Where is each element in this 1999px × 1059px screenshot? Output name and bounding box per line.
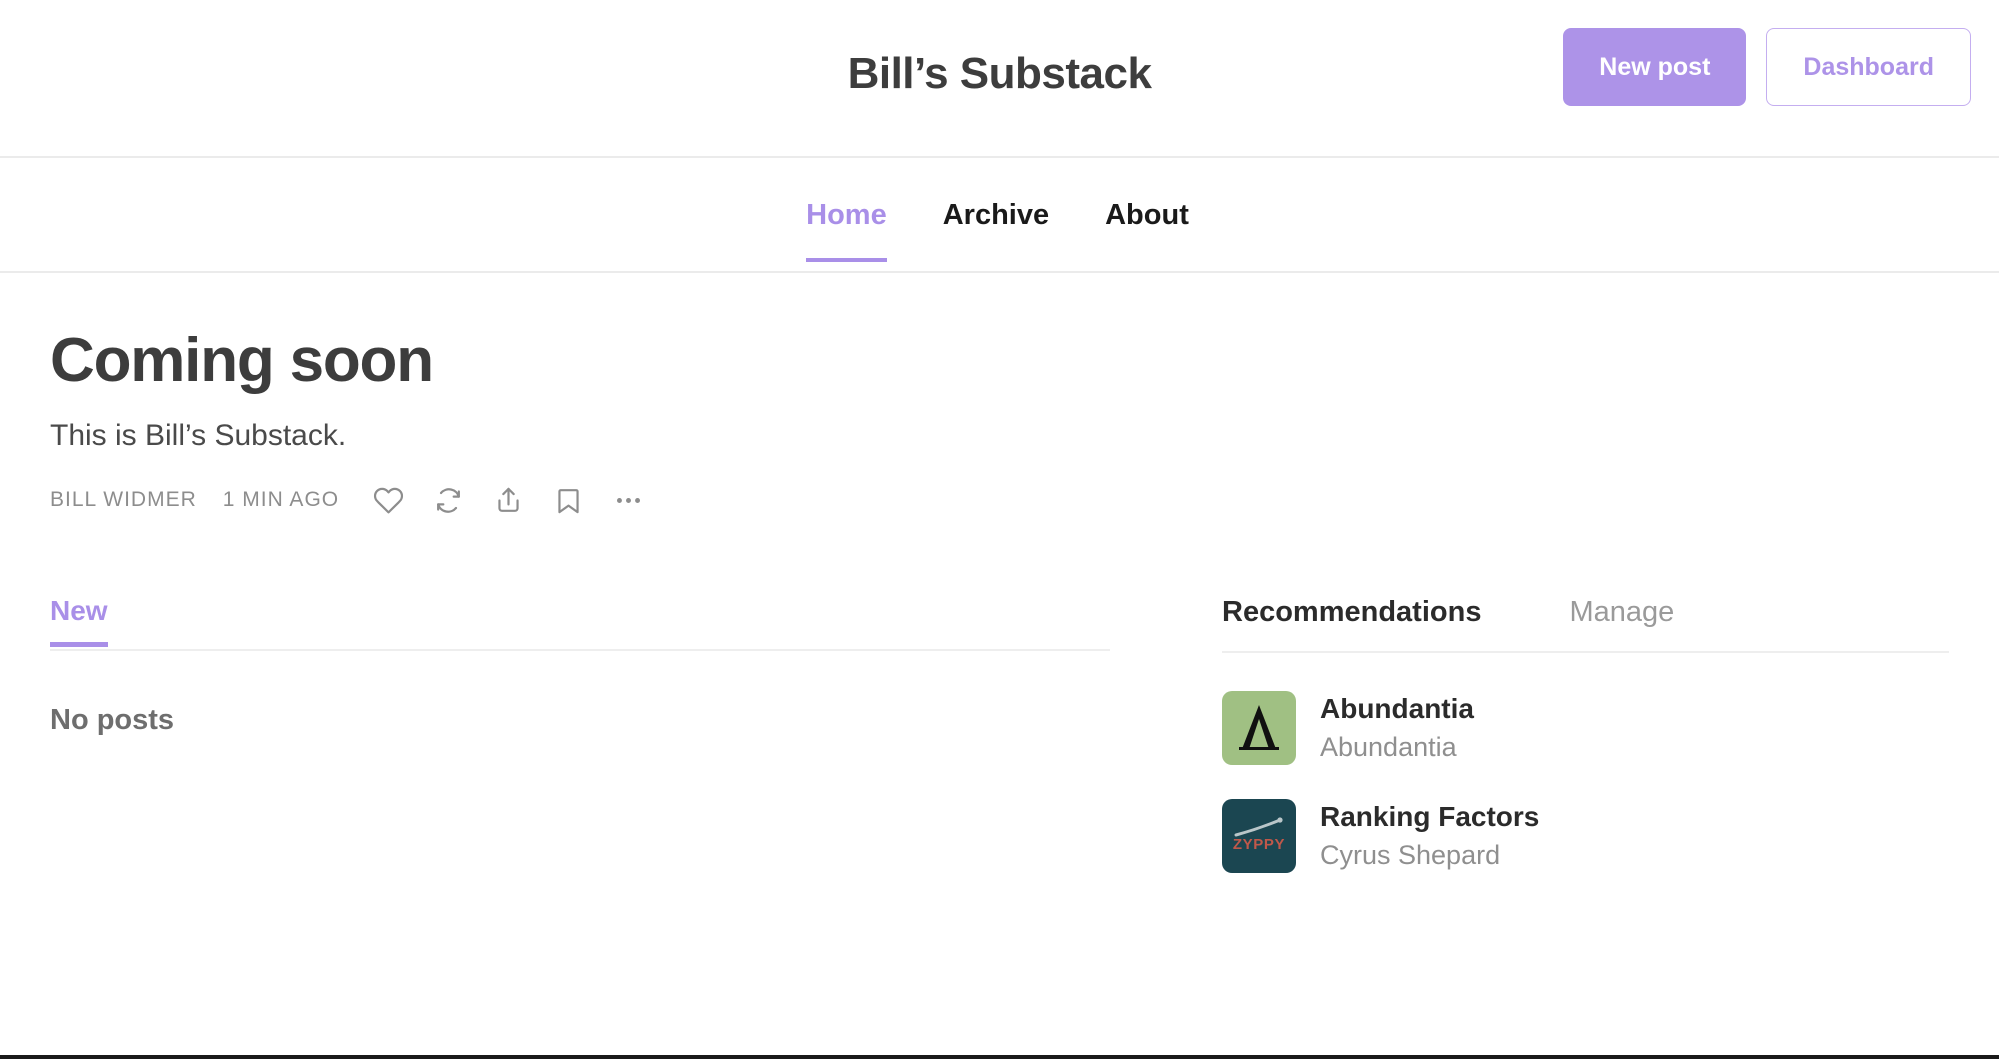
byline-timestamp: 1 MIN AGO <box>222 488 340 511</box>
heart-icon[interactable] <box>371 483 405 517</box>
share-icon[interactable] <box>491 483 525 517</box>
primary-nav: Home Archive About <box>0 158 1999 273</box>
ellipsis-icon[interactable] <box>611 483 645 517</box>
feed-column: New No posts <box>50 595 1110 907</box>
hero-post: Coming soon This is Bill’s Substack. BIL… <box>50 273 1949 517</box>
site-header: Bill’s Substack New post Dashboard <box>0 0 1999 158</box>
page-subtitle: This is Bill’s Substack. <box>50 419 347 452</box>
new-post-button[interactable]: New post <box>1563 28 1747 106</box>
restack-icon[interactable] <box>431 483 465 517</box>
list-item-text: Abundantia Abundantia <box>1320 692 1474 764</box>
recommendations-sidebar: Recommendations Manage Abundantia Abunda… <box>1110 595 1949 907</box>
header-actions: New post Dashboard <box>1563 28 1971 106</box>
list-item[interactable]: Abundantia Abundantia <box>1222 691 1949 765</box>
list-item[interactable]: ZYPPY Ranking Factors Cyrus Shepard <box>1222 799 1949 873</box>
avatar: ZYPPY <box>1222 799 1296 873</box>
feed-tab-bar: New <box>50 595 1110 651</box>
recommendations-list: Abundantia Abundantia ZYPPY Ranking Fact… <box>1222 691 1949 873</box>
recommendations-title: Recommendations <box>1222 596 1482 628</box>
byline-author: BILL WIDMER <box>50 488 197 511</box>
list-item-text: Ranking Factors Cyrus Shepard <box>1320 800 1539 872</box>
manage-recommendations-link[interactable]: Manage <box>1569 595 1674 629</box>
page-title: Coming soon <box>50 326 434 395</box>
feed-tab-new[interactable]: New <box>50 595 108 647</box>
main-content: Coming soon This is Bill’s Substack. BIL… <box>0 273 1999 907</box>
empty-state-message: No posts <box>50 704 175 736</box>
nav-item-about[interactable]: About <box>1105 198 1189 262</box>
dashboard-button[interactable]: Dashboard <box>1766 28 1971 106</box>
recommendation-author: Abundantia <box>1320 732 1457 762</box>
recommendation-author: Cyrus Shepard <box>1320 840 1501 870</box>
avatar <box>1222 691 1296 765</box>
page-root: Bill’s Substack New post Dashboard Home … <box>0 0 1999 1059</box>
content-columns: New No posts Recommendations Manage Abun… <box>50 595 1949 907</box>
post-byline: BILL WIDMER 1 MIN AGO <box>50 483 1949 517</box>
svg-text:ZYPPY: ZYPPY <box>1233 836 1285 853</box>
page-bottom-edge <box>0 1055 1999 1059</box>
recommendations-header: Recommendations Manage <box>1222 595 1949 653</box>
post-action-icons <box>371 483 645 517</box>
nav-item-home[interactable]: Home <box>806 198 887 262</box>
recommendation-name: Abundantia <box>1320 693 1474 724</box>
recommendation-name: Ranking Factors <box>1320 801 1540 832</box>
bookmark-icon[interactable] <box>551 483 585 517</box>
nav-item-archive[interactable]: Archive <box>943 198 1049 262</box>
